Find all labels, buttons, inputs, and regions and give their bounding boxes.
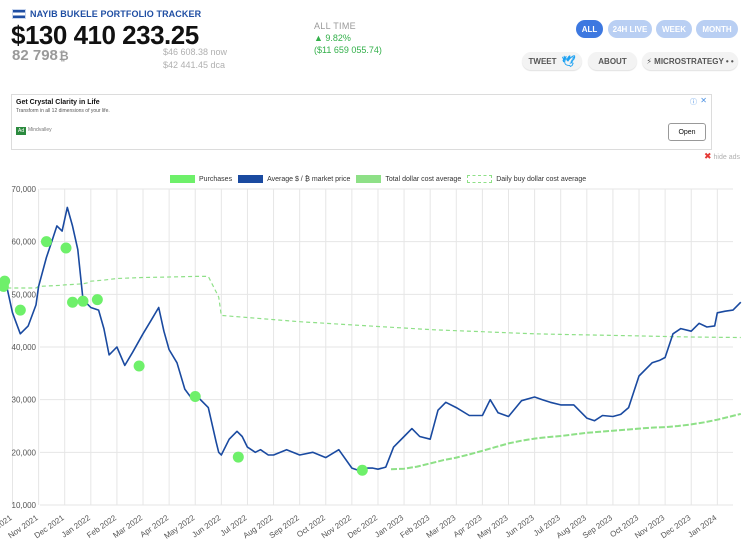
x-tick-label: Dec 2023 xyxy=(659,513,693,540)
y-tick-label: 30,000 xyxy=(12,396,37,405)
legend-average-price[interactable]: Average $ / ₿ market price xyxy=(238,175,350,183)
purchase-point xyxy=(14,304,26,316)
all-time-usd: ($11 659 055.74) xyxy=(314,45,382,55)
y-tick-label: 50,000 xyxy=(12,290,37,299)
x-tick-label: Jun 2023 xyxy=(504,513,537,540)
range-all-button[interactable]: ALL xyxy=(576,20,603,38)
legend-swatch-total xyxy=(356,175,382,183)
purchase-point xyxy=(232,451,244,463)
microstrategy-button[interactable]: ⚡ MICROSTRATEGY • • xyxy=(642,52,738,70)
legend-total-dca[interactable]: Total dollar cost average xyxy=(356,175,461,183)
purchase-point xyxy=(67,296,79,308)
x-tick-label: Jan 2024 xyxy=(686,513,719,540)
legend-swatch-purchases xyxy=(170,175,195,183)
legend-label-purchases: Purchases xyxy=(199,175,233,183)
price-chart[interactable]: 10,000 20,000 30,000 40,000 50,000 60,000 70,0… xyxy=(0,185,750,544)
ad-banner[interactable]: Get Crystal Clarity in Life Transform in… xyxy=(11,94,712,150)
brand-title: NAYIB BUKELE PORTFOLIO TRACKER xyxy=(30,9,202,19)
y-tick-label: 70,000 xyxy=(12,185,37,194)
range-week-button[interactable]: WEEK xyxy=(656,20,692,38)
ad-advertiser: Mindvalley xyxy=(28,127,52,133)
brand: NAYIB BUKELE PORTFOLIO TRACKER xyxy=(12,9,201,19)
now-value: $46 608.38 now xyxy=(163,47,228,57)
twitter-bird-icon: 🕊 xyxy=(561,55,576,68)
hide-ads-label: hide ads xyxy=(713,154,740,161)
legend-swatch-average xyxy=(238,175,264,183)
x-tick-label: Mar 2022 xyxy=(111,513,144,540)
portfolio-value-btc: 82 798₿ xyxy=(12,47,69,64)
tweet-button[interactable]: TWEET 🕊 xyxy=(522,52,582,70)
x-tick-label: Sep 2022 xyxy=(268,513,302,540)
dca-value: $42 441.45 dca xyxy=(163,60,226,70)
purchase-point xyxy=(356,464,368,476)
y-tick-label: 20,000 xyxy=(12,448,37,457)
hide-ads-link[interactable]: ✖ hide ads xyxy=(704,151,740,162)
purchase-point xyxy=(189,391,201,403)
all-time-label: ALL TIME xyxy=(314,21,356,31)
about-button[interactable]: ABOUT xyxy=(588,52,637,70)
ad-info-icon[interactable]: ⓘ xyxy=(690,97,697,107)
x-tick-label: Sep 2023 xyxy=(581,513,615,540)
btc-amount: 82 798 xyxy=(12,47,58,64)
chart-legend: Purchases Average $ / ₿ market price Tot… xyxy=(170,175,586,183)
ad-open-button[interactable]: Open xyxy=(668,123,706,141)
purchase-point xyxy=(60,242,72,254)
tweet-label: TWEET xyxy=(528,56,557,66)
total-dca-line xyxy=(390,412,742,471)
x-tick-label: Dec 2022 xyxy=(346,513,380,540)
legend-label-total: Total dollar cost average xyxy=(385,175,462,183)
x-tick-label: Mar 2023 xyxy=(425,513,458,540)
chart-grid xyxy=(12,188,733,506)
y-tick-label: 10,000 xyxy=(12,501,37,510)
x-tick-label: Jun 2022 xyxy=(190,513,223,540)
ad-title[interactable]: Get Crystal Clarity in Life xyxy=(16,99,100,106)
x-tick-label: Dec 2021 xyxy=(33,513,67,540)
ad-close-icon[interactable]: ✕ xyxy=(700,96,707,105)
y-axis-ticks: 10,000 20,000 30,000 40,000 50,000 60,000 70,0… xyxy=(12,185,37,510)
el-salvador-flag-icon xyxy=(12,9,26,19)
range-month-button[interactable]: MONTH xyxy=(696,20,738,38)
purchase-point xyxy=(40,236,52,248)
legend-label-average: Average $ / ₿ market price xyxy=(267,175,351,183)
all-time-percent: ▲ 9.82% xyxy=(314,33,351,43)
ad-subtitle: Transform in all 12 dimensions of your l… xyxy=(16,108,110,114)
bitcoin-icon: ₿ xyxy=(58,49,69,63)
x-axis-ticks: Oct 2021Nov 2021Dec 2021Jan 2022Feb 2022… xyxy=(0,513,719,541)
hide-ads-icon: ✖ xyxy=(704,151,712,161)
ad-badge: Ad xyxy=(16,127,27,135)
legend-swatch-daily xyxy=(467,175,493,183)
y-tick-label: 60,000 xyxy=(12,238,37,247)
legend-label-daily: Daily buy dollar cost average xyxy=(496,175,587,183)
y-tick-label: 40,000 xyxy=(12,343,37,352)
legend-purchases[interactable]: Purchases xyxy=(170,175,232,183)
purchase-point xyxy=(77,295,89,307)
purchase-points xyxy=(0,236,368,476)
purchase-point xyxy=(133,360,145,372)
purchase-point xyxy=(91,294,103,306)
range-24h-live-button[interactable]: 24H LIVE xyxy=(608,20,652,38)
legend-daily-dca[interactable]: Daily buy dollar cost average xyxy=(467,175,586,183)
